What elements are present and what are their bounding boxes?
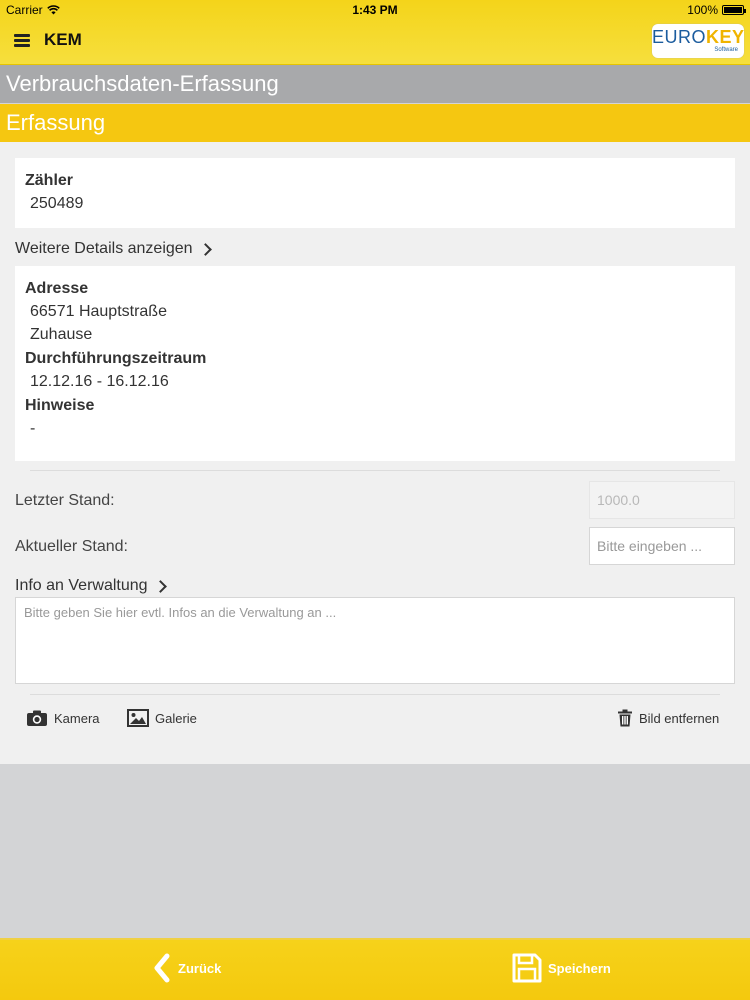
status-bar-right: 100% [687,3,746,17]
status-bar: Carrier 1:43 PM 100% [0,0,750,20]
back-button[interactable]: Zurück [152,953,221,983]
current-reading-label: Aktueller Stand: [15,538,128,555]
camera-label: Kamera [54,710,100,726]
last-reading-label: Letzter Stand: [15,492,115,509]
back-label: Zurück [178,960,222,976]
last-reading-field [589,481,735,519]
chevron-right-icon [198,242,212,256]
save-icon [512,953,542,983]
nav-left: KEM [14,30,82,50]
trash-icon [618,709,632,727]
image-actions: Kamera Galerie Bild entfernen [0,700,750,740]
battery-icon [722,5,746,15]
remove-image-label: Bild entfernen [639,710,720,726]
chevron-right-icon [153,579,167,593]
address-label: Adresse [25,280,89,297]
form-content: Zähler 250489 Weitere Details anzeigen A… [0,142,750,764]
notes-label: Hinweise [25,397,95,414]
camera-button[interactable]: Kamera [26,709,100,727]
period-label: Durchführungszeitraum [25,350,207,367]
info-admin-textarea[interactable] [15,597,735,684]
address-line1: 66571 Hauptstraße [30,303,167,320]
chevron-left-icon [154,953,170,983]
divider [30,470,720,471]
remove-image-button[interactable]: Bild entfernen [617,709,719,727]
eurokey-logo: EUROKEY Software [652,24,744,58]
current-reading-input[interactable] [589,527,735,565]
section-title: Erfassung [6,110,106,135]
camera-icon [27,710,47,726]
app-title: KEM [44,30,82,49]
save-label: Speichern [548,960,611,976]
counter-value: 250489 [30,195,84,212]
period-value: 12.12.16 - 16.12.16 [30,373,169,390]
info-admin-link[interactable]: Info an Verwaltung [15,577,167,595]
divider [30,694,720,695]
menu-icon[interactable] [14,33,30,47]
info-admin-label: Info an Verwaltung [15,577,148,594]
gallery-label: Galerie [155,710,197,726]
counter-label: Zähler [25,172,74,189]
page-title-bar: Verbrauchsdaten-Erfassung [0,65,750,103]
gallery-button[interactable]: Galerie [127,709,197,727]
more-details-label: Weitere Details anzeigen [15,240,193,257]
counter-card: Zähler 250489 [15,158,735,228]
status-time: 1:43 PM [352,3,398,17]
image-icon [127,709,149,727]
address-line2: Zuhause [30,326,93,343]
notes-value: - [30,420,36,437]
more-details-link[interactable]: Weitere Details anzeigen [15,240,212,258]
battery-percent: 100% [687,3,718,17]
footer-toolbar: Zurück Speichern [0,938,750,1000]
section-header: Erfassung [0,104,750,142]
page-title: Verbrauchsdaten-Erfassung [6,71,279,96]
save-button[interactable]: Speichern [512,953,611,983]
details-card: Adresse 66571 Hauptstraße Zuhause Durchf… [15,266,735,461]
